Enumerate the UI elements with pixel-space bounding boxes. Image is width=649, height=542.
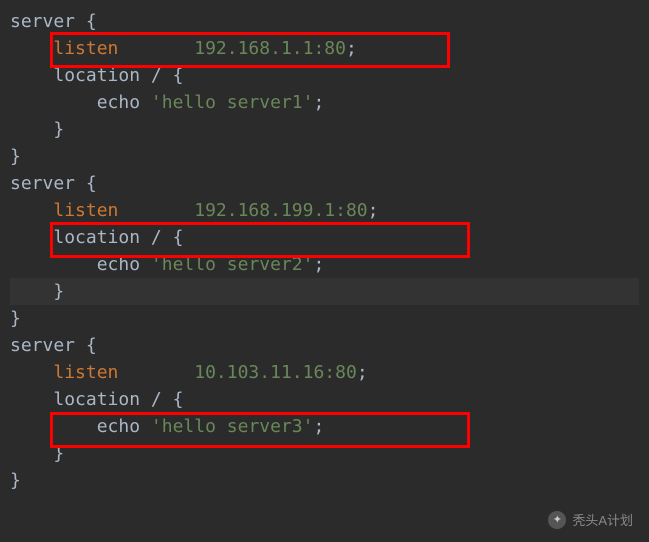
brace-open: { xyxy=(173,65,184,86)
semicolon: ; xyxy=(346,38,357,59)
semicolon: ; xyxy=(313,416,324,437)
brace-close: } xyxy=(53,281,64,302)
code-line: echo 'hello server2'; xyxy=(10,251,639,278)
semicolon: ; xyxy=(357,362,368,383)
listen-address: 10.103.11.16:80 xyxy=(194,362,357,383)
code-line: } xyxy=(10,143,639,170)
keyword-echo: echo xyxy=(97,416,140,437)
code-line: echo 'hello server3'; xyxy=(10,413,639,440)
keyword-echo: echo xyxy=(97,92,140,113)
code-line: } xyxy=(10,305,639,332)
brace-close: } xyxy=(10,308,21,329)
code-editor: server { listen 192.168.1.1:80; location… xyxy=(0,0,649,502)
keyword-location: location xyxy=(53,227,140,248)
code-line: echo 'hello server1'; xyxy=(10,89,639,116)
watermark: ✦ 秃头A计划 xyxy=(548,511,633,531)
code-line: server { xyxy=(10,170,639,197)
keyword-server: server xyxy=(10,335,75,356)
keyword-location: location xyxy=(53,389,140,410)
location-path: / xyxy=(151,389,162,410)
code-line: listen 10.103.11.16:80; xyxy=(10,359,639,386)
code-line: listen 192.168.199.1:80; xyxy=(10,197,639,224)
listen-address: 192.168.199.1:80 xyxy=(194,200,367,221)
code-line: listen 192.168.1.1:80; xyxy=(10,35,639,62)
location-path: / xyxy=(151,227,162,248)
location-path: / xyxy=(151,65,162,86)
echo-string: 'hello server2' xyxy=(151,254,314,275)
listen-address: 192.168.1.1:80 xyxy=(194,38,346,59)
code-line: location / { xyxy=(10,62,639,89)
keyword-server: server xyxy=(10,173,75,194)
code-line: } xyxy=(10,278,639,305)
brace-open: { xyxy=(173,227,184,248)
code-line: location / { xyxy=(10,224,639,251)
brace-close: } xyxy=(10,146,21,167)
keyword-listen: listen xyxy=(53,362,118,383)
code-line: } xyxy=(10,467,639,494)
brace-close: } xyxy=(10,470,21,491)
echo-string: 'hello server1' xyxy=(151,92,314,113)
keyword-location: location xyxy=(53,65,140,86)
brace-open: { xyxy=(86,11,97,32)
brace-open: { xyxy=(86,173,97,194)
watermark-text: 秃头A计划 xyxy=(572,511,633,531)
code-line: } xyxy=(10,440,639,467)
echo-string: 'hello server3' xyxy=(151,416,314,437)
wechat-icon: ✦ xyxy=(548,511,566,529)
brace-open: { xyxy=(86,335,97,356)
code-line: server { xyxy=(10,8,639,35)
keyword-listen: listen xyxy=(53,38,118,59)
keyword-echo: echo xyxy=(97,254,140,275)
keyword-listen: listen xyxy=(53,200,118,221)
semicolon: ; xyxy=(368,200,379,221)
code-line: server { xyxy=(10,332,639,359)
brace-close: } xyxy=(53,119,64,140)
code-line: } xyxy=(10,116,639,143)
brace-open: { xyxy=(173,389,184,410)
semicolon: ; xyxy=(313,254,324,275)
code-line: location / { xyxy=(10,386,639,413)
brace-close: } xyxy=(53,443,64,464)
keyword-server: server xyxy=(10,11,75,32)
semicolon: ; xyxy=(313,92,324,113)
